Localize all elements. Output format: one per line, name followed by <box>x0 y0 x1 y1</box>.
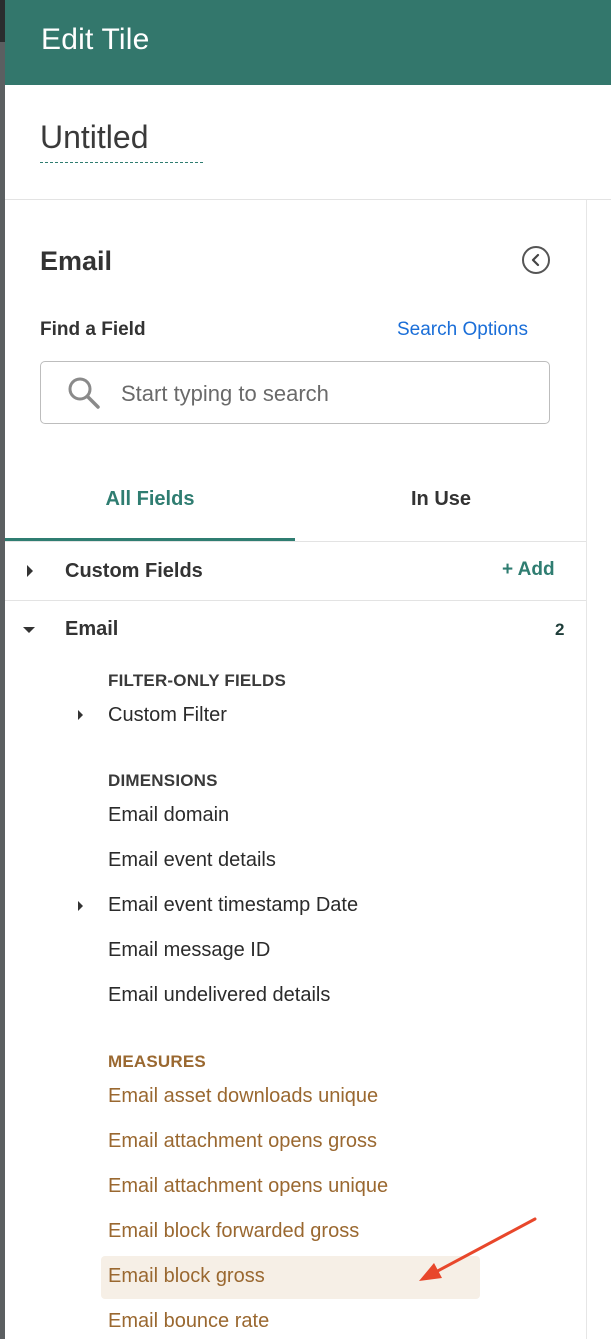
field-email-attachment-opens-unique[interactable]: Email attachment opens unique <box>108 1175 388 1198</box>
search-box <box>40 361 550 424</box>
collapse-panel-button[interactable] <box>522 246 550 274</box>
field-picker-panel: Email Find a Field Search Options All Fi… <box>5 200 587 1339</box>
find-field-label: Find a Field <box>40 319 146 340</box>
caret-right-icon <box>78 710 83 720</box>
field-email-bounce-rate[interactable]: Email bounce rate <box>108 1310 269 1333</box>
edit-tile-header: Edit Tile <box>5 0 611 85</box>
add-custom-field-button[interactable]: + Add <box>502 559 555 581</box>
chevron-left-icon <box>531 253 540 267</box>
caret-down-icon <box>23 627 35 633</box>
field-email-message-id[interactable]: Email message ID <box>108 939 270 962</box>
search-input[interactable] <box>119 375 533 413</box>
header-title: Edit Tile <box>41 23 150 56</box>
field-custom-filter[interactable]: Custom Filter <box>108 704 227 727</box>
field-email-undelivered-details[interactable]: Email undelivered details <box>108 984 330 1007</box>
section-heading-measures: MEASURES <box>108 1052 206 1071</box>
field-email-event-timestamp-date[interactable]: Email event timestamp Date <box>108 894 358 917</box>
caret-right-icon <box>78 901 83 911</box>
group-email[interactable]: Email 2 <box>5 601 586 657</box>
right-panel-edge <box>587 200 611 1339</box>
tab-all-fields[interactable]: All Fields <box>5 472 295 541</box>
search-options-link[interactable]: Search Options <box>397 319 528 341</box>
tab-in-use[interactable]: In Use <box>296 472 586 541</box>
field-email-event-details[interactable]: Email event details <box>108 849 276 872</box>
group-custom-fields[interactable]: Custom Fields + Add <box>5 542 586 601</box>
field-email-block-forwarded-gross[interactable]: Email block forwarded gross <box>108 1220 359 1243</box>
field-email-block-gross[interactable]: Email block gross <box>108 1265 265 1288</box>
group-label: Email <box>65 618 119 640</box>
panel-title: Email <box>40 246 113 276</box>
field-tabs: All Fields In Use <box>5 472 586 542</box>
tile-name-area: Untitled <box>5 85 611 200</box>
section-heading-dimensions: DIMENSIONS <box>108 771 218 790</box>
section-heading-filter-only: FILTER-ONLY FIELDS <box>108 671 287 690</box>
group-label: Custom Fields <box>65 560 203 582</box>
caret-right-icon <box>27 565 33 577</box>
field-email-asset-downloads-unique[interactable]: Email asset downloads unique <box>108 1085 378 1108</box>
search-icon <box>68 377 100 409</box>
field-email-domain[interactable]: Email domain <box>108 804 229 827</box>
in-use-count: 2 <box>555 620 565 639</box>
field-email-attachment-opens-gross[interactable]: Email attachment opens gross <box>108 1130 377 1153</box>
tile-name-field[interactable]: Untitled <box>40 119 203 163</box>
